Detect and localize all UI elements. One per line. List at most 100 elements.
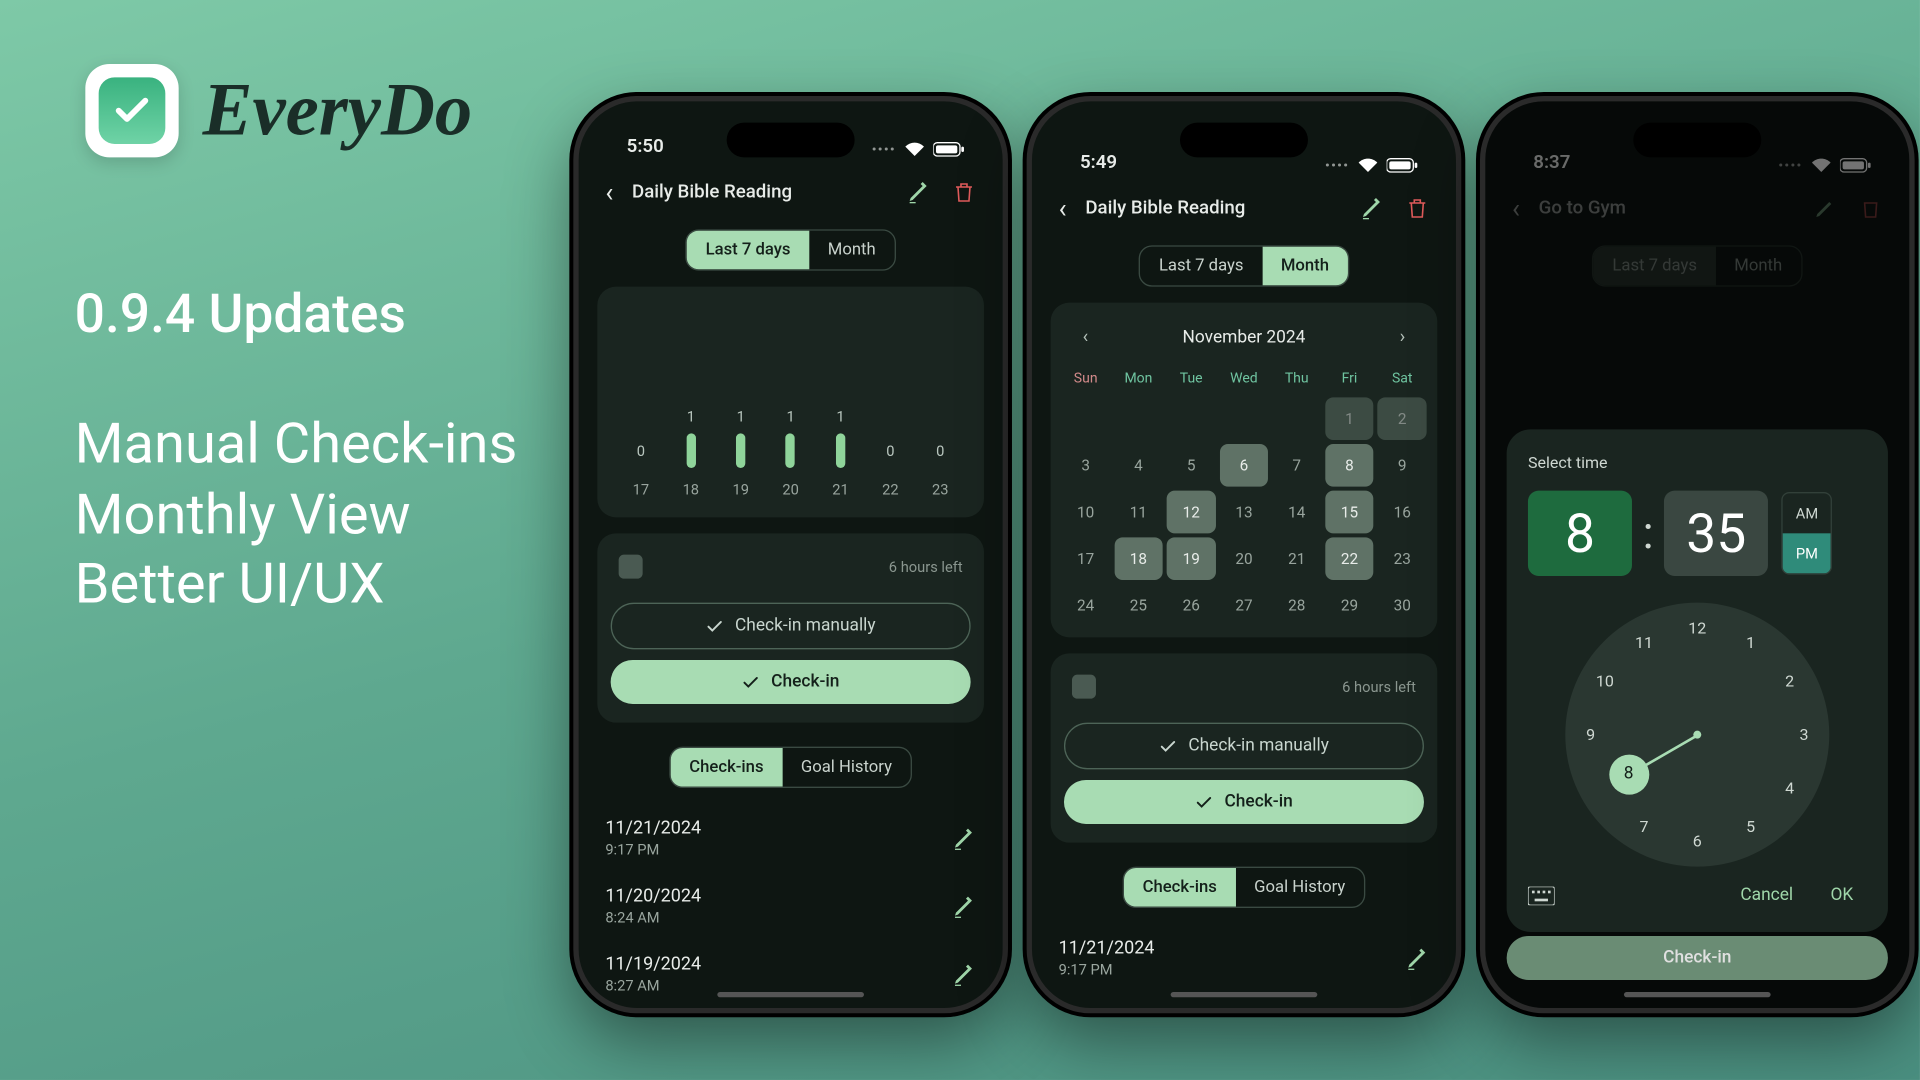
bar bbox=[836, 433, 845, 468]
checkin-time: 8:24 AM bbox=[605, 909, 701, 926]
bar-value: 1 bbox=[836, 408, 844, 425]
cal-day[interactable]: 27 bbox=[1220, 584, 1269, 627]
home-indicator[interactable] bbox=[1624, 992, 1771, 997]
edit-icon[interactable] bbox=[907, 180, 931, 204]
edit-checkin-icon[interactable] bbox=[952, 894, 976, 918]
delete-icon[interactable] bbox=[952, 180, 976, 204]
ampm-toggle[interactable]: AM PM bbox=[1782, 492, 1833, 575]
bar-category: 18 bbox=[683, 481, 699, 498]
bar-value: 1 bbox=[737, 408, 745, 425]
cal-day[interactable]: 22 bbox=[1325, 537, 1374, 580]
cal-day[interactable]: 16 bbox=[1378, 491, 1427, 534]
bar-column: 121 bbox=[819, 408, 862, 499]
cal-weekday: Wed bbox=[1220, 364, 1269, 395]
checkin-list: 11/21/20249:17 PM 11/20/2024 8:24 AM 11/19/… bbox=[597, 804, 984, 1008]
cal-day[interactable]: 9 bbox=[1378, 444, 1427, 487]
seg-last7[interactable]: Last 7 days bbox=[1140, 247, 1262, 286]
checkin-button[interactable]: Check-in bbox=[1064, 780, 1424, 824]
checkin-manual-button[interactable]: Check-in manually bbox=[1064, 723, 1424, 770]
checkin-button[interactable]: Check-in bbox=[611, 660, 971, 704]
checkin-card: 6 hours left Check-in manually Check-in bbox=[597, 533, 984, 722]
clock-selected-hour[interactable]: 8 bbox=[1609, 754, 1649, 794]
clock-hour-10[interactable]: 10 bbox=[1596, 672, 1614, 691]
home-indicator[interactable] bbox=[1171, 992, 1318, 997]
clock-face[interactable]: 8 12123456791011 bbox=[1565, 603, 1829, 867]
clock-hour-2[interactable]: 2 bbox=[1785, 672, 1794, 691]
checkin-button: Check-in bbox=[1507, 936, 1888, 980]
clock-hour-4[interactable]: 4 bbox=[1785, 779, 1794, 798]
checkin-row: 11/19/20248:27 AM bbox=[597, 940, 984, 1008]
cal-day[interactable]: 29 bbox=[1325, 584, 1374, 627]
cal-day[interactable]: 28 bbox=[1272, 584, 1321, 627]
cancel-button[interactable]: Cancel bbox=[1727, 877, 1806, 913]
am-option[interactable]: AM bbox=[1783, 493, 1831, 533]
minute-input[interactable]: 35 bbox=[1664, 491, 1768, 576]
checkmark-icon bbox=[112, 91, 152, 131]
cal-day[interactable]: 11 bbox=[1114, 491, 1163, 534]
seg-checkins[interactable]: Check-ins bbox=[671, 748, 783, 787]
checkin-manual-button[interactable]: Check-in manually bbox=[611, 603, 971, 650]
cal-next-icon[interactable]: › bbox=[1389, 321, 1416, 353]
cal-day[interactable]: 4 bbox=[1114, 444, 1163, 487]
cal-day[interactable]: 30 bbox=[1378, 584, 1427, 627]
ok-button[interactable]: OK bbox=[1817, 877, 1866, 913]
cal-day[interactable]: 20 bbox=[1220, 537, 1269, 580]
edit-checkin-icon[interactable] bbox=[952, 962, 976, 986]
clock-hour-5[interactable]: 5 bbox=[1746, 818, 1755, 837]
cal-day[interactable]: 8 bbox=[1325, 444, 1374, 487]
seg-month[interactable]: Month bbox=[1262, 247, 1347, 286]
checkin-date: 11/19/2024 bbox=[605, 953, 701, 974]
cal-prev-icon[interactable]: ‹ bbox=[1072, 321, 1099, 353]
cal-day[interactable]: 17 bbox=[1061, 537, 1110, 580]
edit-icon[interactable] bbox=[1360, 196, 1384, 220]
cal-day[interactable]: 7 bbox=[1272, 444, 1321, 487]
keyboard-icon[interactable] bbox=[1528, 886, 1555, 905]
cal-day[interactable]: 6 bbox=[1220, 444, 1269, 487]
cal-day[interactable]: 10 bbox=[1061, 491, 1110, 534]
hour-input[interactable]: 8 bbox=[1528, 491, 1632, 576]
seg-checkins[interactable]: Check-ins bbox=[1124, 868, 1236, 907]
back-icon[interactable]: ‹ bbox=[605, 176, 613, 208]
cal-day[interactable]: 18 bbox=[1114, 537, 1163, 580]
today-status-indicator bbox=[1072, 675, 1096, 699]
cal-day[interactable]: 15 bbox=[1325, 491, 1374, 534]
checkin-date: 11/20/2024 bbox=[605, 885, 701, 906]
cal-day[interactable]: 21 bbox=[1272, 537, 1321, 580]
delete-icon[interactable] bbox=[1405, 196, 1429, 220]
cal-day[interactable]: 25 bbox=[1114, 584, 1163, 627]
phone-mockup-timepicker: 8:37 •••• ‹ Go to Gym bbox=[1480, 96, 1915, 1013]
pm-option[interactable]: PM bbox=[1783, 533, 1831, 573]
cal-day[interactable]: 14 bbox=[1272, 491, 1321, 534]
seg-month[interactable]: Month bbox=[809, 231, 894, 270]
cal-days-grid: 1234567891011121314151617181920212223242… bbox=[1061, 397, 1426, 626]
bar bbox=[786, 433, 795, 468]
seg-last7[interactable]: Last 7 days bbox=[687, 231, 809, 270]
cal-day[interactable]: 19 bbox=[1167, 537, 1216, 580]
cal-day[interactable]: 2 bbox=[1378, 397, 1427, 440]
cal-day[interactable]: 12 bbox=[1167, 491, 1216, 534]
edit-checkin-icon[interactable] bbox=[1405, 946, 1429, 970]
clock-hour-3[interactable]: 3 bbox=[1799, 725, 1808, 744]
cal-day[interactable]: 13 bbox=[1220, 491, 1269, 534]
clock-hour-9[interactable]: 9 bbox=[1586, 725, 1595, 744]
cal-day[interactable]: 23 bbox=[1378, 537, 1427, 580]
seg-goal-history[interactable]: Goal History bbox=[782, 748, 910, 787]
feature-list: Manual Check-ins Monthly View Better UI/… bbox=[75, 411, 518, 621]
clock-hour-12[interactable]: 12 bbox=[1688, 619, 1706, 638]
checkin-row: 11/21/20249:17 PM bbox=[597, 804, 984, 872]
edit-checkin-icon[interactable] bbox=[952, 826, 976, 850]
cal-day[interactable]: 3 bbox=[1061, 444, 1110, 487]
cal-day[interactable]: 1 bbox=[1325, 397, 1374, 440]
clock-hour-6[interactable]: 6 bbox=[1693, 832, 1702, 851]
home-indicator[interactable] bbox=[717, 992, 864, 997]
range-segment: Last 7 days Month bbox=[597, 229, 984, 270]
cal-day[interactable]: 24 bbox=[1061, 584, 1110, 627]
clock-hour-7[interactable]: 7 bbox=[1639, 818, 1648, 837]
clock-hour-1[interactable]: 1 bbox=[1746, 633, 1755, 652]
screen-title: Daily Bible Reading bbox=[632, 181, 792, 202]
seg-goal-history[interactable]: Goal History bbox=[1236, 868, 1364, 907]
clock-hour-11[interactable]: 11 bbox=[1635, 633, 1653, 652]
cal-day[interactable]: 5 bbox=[1167, 444, 1216, 487]
cal-day[interactable]: 26 bbox=[1167, 584, 1216, 627]
back-icon[interactable]: ‹ bbox=[1059, 192, 1067, 224]
